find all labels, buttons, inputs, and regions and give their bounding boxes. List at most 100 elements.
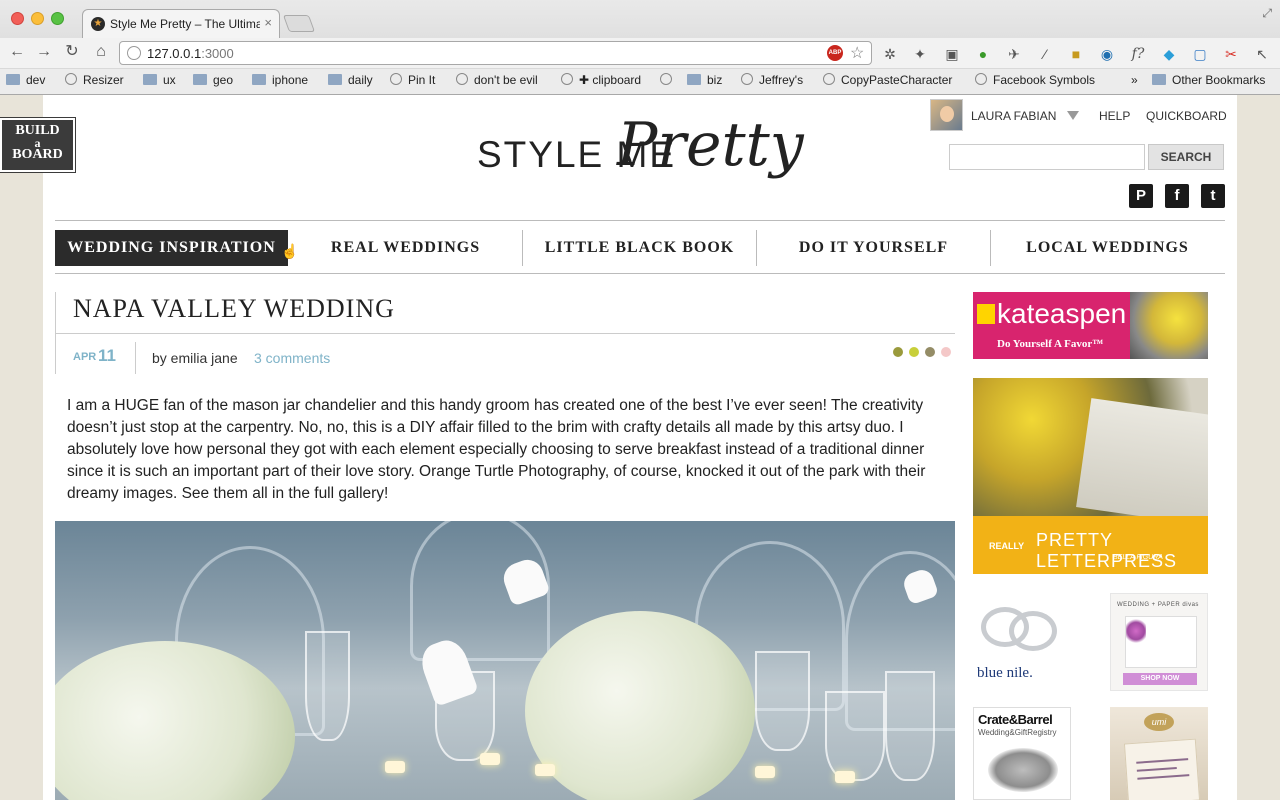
site-logo[interactable]: STYLE ME Pretty xyxy=(477,110,807,207)
post-day: 11 xyxy=(98,346,116,365)
bookmark-item[interactable]: CopyPasteCharacter xyxy=(823,73,952,87)
main-nav: WEDDING INSPIRATION REAL WEDDINGS LITTLE… xyxy=(55,220,1225,274)
bookmark-label: Jeffrey's xyxy=(759,73,804,87)
bookmark-star-icon[interactable]: ☆ xyxy=(850,43,864,63)
nav-do-it-yourself[interactable]: DO IT YOURSELF xyxy=(757,230,990,266)
globe-icon xyxy=(456,73,468,85)
bookmark-item[interactable] xyxy=(660,73,678,87)
bookmark-label: dev xyxy=(26,73,46,87)
chevron-down-icon[interactable] xyxy=(1067,111,1079,120)
bookmark-item[interactable]: ux xyxy=(143,73,176,87)
tab-close-icon[interactable]: × xyxy=(264,15,272,30)
bookmarks-bar: dev Resizer ux geo iphone daily Pin It don't be… xyxy=(0,69,1280,94)
bookmark-item[interactable]: don't be evil xyxy=(456,73,538,87)
gear-extension-icon[interactable]: ✲ xyxy=(881,45,899,63)
fullscreen-icon[interactable]: ⤢ xyxy=(1262,6,1272,21)
forward-icon[interactable]: → xyxy=(34,42,54,62)
bookmark-label: » xyxy=(1131,73,1138,87)
bookmark-item[interactable]: » xyxy=(1131,73,1138,87)
post-title[interactable]: NAPA VALLEY WEDDING xyxy=(73,294,395,324)
bookmark-item[interactable]: Facebook Symbols xyxy=(975,73,1095,87)
truck-extension-icon[interactable]: ■ xyxy=(1067,45,1085,63)
avatar[interactable] xyxy=(930,99,963,131)
help-link[interactable]: HELP xyxy=(1099,109,1130,123)
url-text[interactable]: 127.0.0.1:3000 xyxy=(147,46,234,61)
bird-extension-icon[interactable]: ✈ xyxy=(1005,45,1023,63)
nav-wedding-inspiration[interactable]: WEDDING INSPIRATION xyxy=(55,230,288,266)
scissors-extension-icon[interactable]: ✂ xyxy=(1222,45,1240,63)
title-bar: ★ Style Me Pretty – The Ultimat × ⤢ xyxy=(0,0,1280,38)
quickboard-link[interactable]: QUICKBOARD xyxy=(1146,109,1227,123)
user-name[interactable]: LAURA FABIAN xyxy=(971,109,1056,123)
palette-dot[interactable] xyxy=(925,347,935,357)
cursor-extension-icon[interactable]: ↖ xyxy=(1253,45,1271,63)
browser-toolbar: ← → ↻ ⌂ 127.0.0.1:3000 ABP ☆ ✲ ✦ ▣ ● ✈ ⁄… xyxy=(0,38,1280,68)
favicon-icon: ★ xyxy=(91,17,105,31)
post-meta: APR 11 by emilia jane 3 comments xyxy=(55,334,955,374)
nav-little-black-book[interactable]: LITTLE BLACK BOOK xyxy=(523,230,756,266)
build-a-board-button[interactable]: BUILD a BOARD xyxy=(0,117,76,173)
search-button[interactable]: SEARCH xyxy=(1148,144,1224,170)
bookmark-item[interactable]: dev xyxy=(6,73,45,87)
globe-icon xyxy=(975,73,987,85)
nav-real-weddings[interactable]: REAL WEDDINGS xyxy=(289,230,522,266)
home-icon[interactable]: ⌂ xyxy=(91,42,111,62)
hero-photo[interactable] xyxy=(55,521,955,800)
lego-extension-icon[interactable]: ◆ xyxy=(1160,45,1178,63)
folder-icon xyxy=(6,74,20,85)
nav-local-weddings[interactable]: LOCAL WEDDINGS xyxy=(991,230,1224,266)
back-icon[interactable]: ← xyxy=(7,42,27,62)
adblock-icon[interactable]: ABP xyxy=(827,45,843,61)
pipette-extension-icon[interactable]: ⁄ xyxy=(1036,45,1054,63)
globe-icon xyxy=(741,73,753,85)
pretty-letterpress-ad[interactable]: REALLY PRETTY LETTERPRESS BELLA FIGURA xyxy=(973,378,1208,574)
zoom-window-button[interactable] xyxy=(51,12,64,25)
post-month: APR xyxy=(73,351,97,363)
wedding-paper-divas-ad[interactable]: WEDDING + PAPER divas SHOP NOW xyxy=(1110,593,1208,691)
bookmark-item[interactable]: Pin It xyxy=(390,73,435,87)
bookmark-label: Pin It xyxy=(408,73,436,87)
facebook-icon[interactable]: f xyxy=(1165,184,1189,208)
new-tab-button[interactable] xyxy=(282,15,316,32)
address-bar[interactable]: 127.0.0.1:3000 ABP ☆ xyxy=(119,41,872,65)
green-circle-extension-icon[interactable]: ● xyxy=(974,45,992,63)
bookmark-item[interactable]: ✚ clipboard xyxy=(561,73,641,87)
eye-extension-icon[interactable]: ◉ xyxy=(1098,45,1116,63)
umi-ad[interactable]: umi xyxy=(1110,707,1208,800)
bookmark-label: CopyPasteCharacter xyxy=(841,73,953,87)
comments-link[interactable]: 3 comments xyxy=(254,350,330,366)
pinterest-icon[interactable]: P xyxy=(1129,184,1153,208)
bookmark-label: Resizer xyxy=(83,73,124,87)
bookmark-label: daily xyxy=(348,73,373,87)
window-extension-icon[interactable]: ▢ xyxy=(1191,45,1209,63)
kate-aspen-ad[interactable]: kateaspen Do Yourself A Favor™ xyxy=(973,292,1208,359)
palette-dot[interactable] xyxy=(909,347,919,357)
browser-chrome: ★ Style Me Pretty – The Ultimat × ⤢ ← → … xyxy=(0,0,1280,95)
bookmark-item[interactable]: Jeffrey's xyxy=(741,73,803,87)
function-extension-icon[interactable]: f? xyxy=(1129,45,1147,63)
browser-tab[interactable]: ★ Style Me Pretty – The Ultimat × xyxy=(82,9,280,38)
tape-extension-icon[interactable]: ▣ xyxy=(943,45,961,63)
reload-icon[interactable]: ↻ xyxy=(62,42,82,62)
post-author: by emilia jane xyxy=(152,350,238,366)
minimize-window-button[interactable] xyxy=(31,12,44,25)
blue-nile-ad[interactable]: blue nile. xyxy=(973,593,1071,691)
crate-and-barrel-ad[interactable]: Crate&Barrel Wedding&GiftRegistry xyxy=(973,707,1071,800)
close-window-button[interactable] xyxy=(11,12,24,25)
search-input[interactable] xyxy=(949,144,1145,170)
globe-icon xyxy=(660,73,672,85)
twitter-icon[interactable]: t xyxy=(1201,184,1225,208)
bookmark-item[interactable]: daily xyxy=(328,73,373,87)
bookmark-item[interactable]: Resizer xyxy=(65,73,124,87)
globe-icon xyxy=(561,73,573,85)
bookmark-item[interactable]: geo xyxy=(193,73,233,87)
bookmark-item[interactable]: iphone xyxy=(252,73,308,87)
puzzle-extension-icon[interactable]: ✦ xyxy=(911,45,929,63)
folder-icon xyxy=(1152,74,1166,85)
article-header: NAPA VALLEY WEDDING xyxy=(55,292,955,334)
palette-dot[interactable] xyxy=(893,347,903,357)
bookmark-item[interactable]: Other Bookmarks xyxy=(1152,73,1265,87)
bookmark-item[interactable]: biz xyxy=(687,73,722,87)
palette-dot[interactable] xyxy=(941,347,951,357)
folder-icon xyxy=(252,74,266,85)
